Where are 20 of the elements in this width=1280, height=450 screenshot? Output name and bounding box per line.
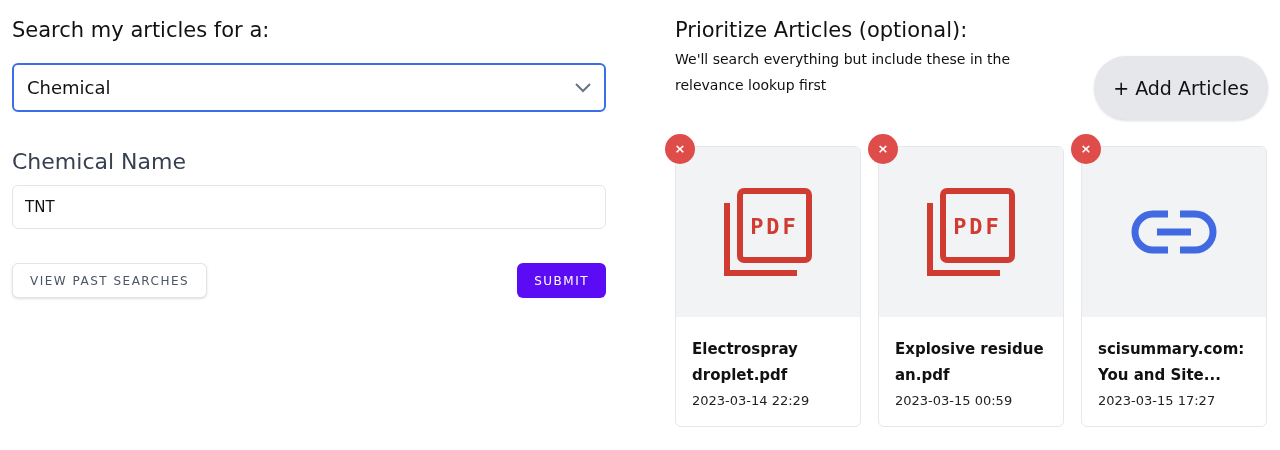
submit-button[interactable]: SUBMIT	[517, 263, 606, 298]
remove-button[interactable]: ×	[665, 134, 695, 164]
add-articles-button[interactable]: + Add Articles	[1094, 56, 1268, 120]
past-searches-button[interactable]: VIEW PAST SEARCHES	[12, 263, 208, 298]
type-dropdown[interactable]: Chemical	[12, 63, 606, 112]
article-title: Electrospray droplet.pdf	[692, 339, 799, 386]
link-icon	[1130, 209, 1218, 255]
field-label: Chemical Name	[12, 148, 187, 176]
chevron-down-icon	[575, 82, 591, 93]
article-date: 2023-03-14 22:29	[692, 392, 811, 410]
article-date: 2023-03-15 00:59	[895, 392, 1014, 410]
article-date: 2023-03-15 17:27	[1098, 392, 1217, 410]
article-title: scisummary.com: You and Site...	[1098, 339, 1246, 386]
prioritize-heading: Prioritize Articles (optional):	[675, 17, 969, 44]
remove-button[interactable]: ×	[1071, 134, 1101, 164]
chemical-name-field[interactable]: TNT	[12, 185, 606, 229]
description-text: We'll search everything but include these in the relevance lookup first	[675, 50, 1012, 95]
search-heading: Search my articles for a:	[12, 17, 271, 44]
article-title: Explosive residue an.pdf	[895, 339, 1045, 386]
remove-button[interactable]: ×	[868, 134, 898, 164]
